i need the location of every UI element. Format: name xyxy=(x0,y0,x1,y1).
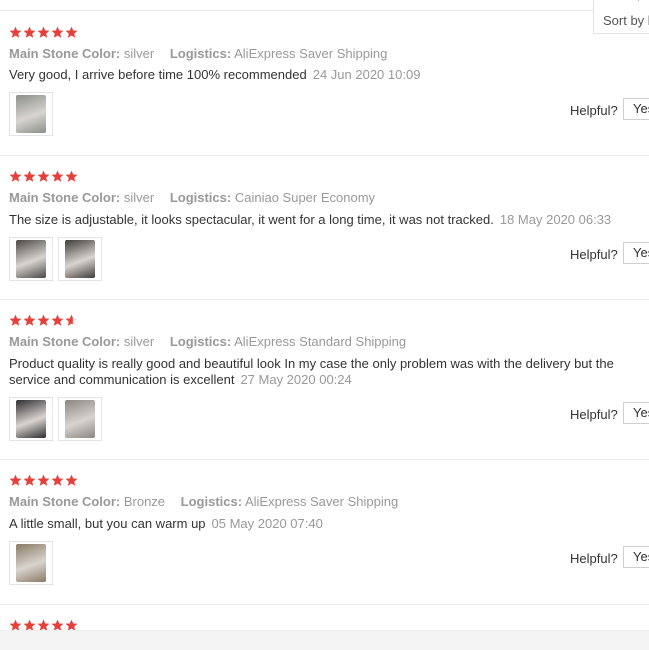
ring-photo-icon xyxy=(16,240,46,278)
star-icon xyxy=(9,170,22,183)
logistics-label: Logistics: xyxy=(169,190,232,205)
star-icon xyxy=(23,474,36,487)
review-item: Main Stone Color: silver Logistics: AliE… xyxy=(0,11,649,156)
bottom-bar xyxy=(0,630,649,650)
review-text: A little small, but you can warm up 05 Ma… xyxy=(9,516,649,532)
review-photos xyxy=(9,397,107,441)
attr-label: Main Stone Color: xyxy=(9,334,121,349)
helpful-label: Helpful? xyxy=(570,103,618,118)
star-icon xyxy=(51,474,64,487)
helpful-yes-button[interactable]: Yes xyxy=(623,546,649,568)
review-comment: Very good, I arrive before time 100% rec… xyxy=(9,67,307,82)
review-text: Very good, I arrive before time 100% rec… xyxy=(9,67,649,83)
review-item: Main Stone Color: silver Logistics: Cain… xyxy=(0,156,649,300)
review-photos xyxy=(9,237,107,281)
logistics-label: Logistics: xyxy=(169,334,232,349)
star-icon xyxy=(23,170,36,183)
review-date: 18 May 2020 06:33 xyxy=(499,212,612,227)
star-icon xyxy=(37,474,50,487)
attr-label: Main Stone Color: xyxy=(9,494,121,509)
review-item: Main Stone Color: Bronze Logistics: AliE… xyxy=(0,460,649,605)
star-icon xyxy=(23,619,36,630)
review-date: 05 May 2020 07:40 xyxy=(211,516,323,531)
attr-label: Main Stone Color: xyxy=(9,46,121,61)
star-icon xyxy=(51,26,64,39)
star-icon xyxy=(37,26,50,39)
helpful-yes-button[interactable]: Yes xyxy=(623,402,649,424)
star-icon xyxy=(9,474,22,487)
review-photos xyxy=(9,541,58,585)
attr-label: Main Stone Color: xyxy=(9,190,121,205)
review-photo-thumbnail[interactable] xyxy=(9,237,53,281)
star-icon xyxy=(65,619,78,630)
attr-value: silver xyxy=(123,334,155,349)
attr-value: Bronze xyxy=(123,494,166,509)
star-icon xyxy=(37,619,50,630)
review-attributes: Main Stone Color: silver Logistics: Cain… xyxy=(9,190,375,205)
helpful-label: Helpful? xyxy=(570,407,618,422)
star-icon xyxy=(23,314,36,327)
star-icon xyxy=(65,314,78,327)
logistics-value: AliExpress Saver Shipping xyxy=(234,46,388,61)
review-photo-thumbnail[interactable] xyxy=(9,92,53,136)
star-icon xyxy=(9,314,22,327)
review-item xyxy=(0,605,649,630)
review-attributes: Main Stone Color: silver Logistics: AliE… xyxy=(9,46,387,61)
star-icon xyxy=(37,170,50,183)
review-text: The size is adjustable, it looks spectac… xyxy=(9,212,649,228)
review-item: Main Stone Color: silver Logistics: AliE… xyxy=(0,300,649,460)
star-icon xyxy=(51,170,64,183)
logistics-label: Logistics: xyxy=(169,46,232,61)
review-date: 24 Jun 2020 10:09 xyxy=(312,67,421,82)
star-icon xyxy=(65,170,78,183)
review-photo-thumbnail[interactable] xyxy=(58,397,102,441)
ring-photo-icon xyxy=(16,400,46,438)
review-photo-thumbnail[interactable] xyxy=(58,237,102,281)
star-icon xyxy=(65,474,78,487)
ring-photo-icon xyxy=(16,95,46,133)
star-icon xyxy=(9,26,22,39)
attr-value: silver xyxy=(123,46,155,61)
ring-photo-icon xyxy=(65,400,95,438)
logistics-label: Logistics: xyxy=(180,494,243,509)
rating-stars xyxy=(9,474,79,488)
logistics-value: Cainiao Super Economy xyxy=(234,190,376,205)
logistics-value: AliExpress Standard Shipping xyxy=(234,334,407,349)
review-text: Product quality is really good and beaut… xyxy=(9,356,649,388)
review-photo-thumbnail[interactable] xyxy=(9,397,53,441)
rating-stars xyxy=(9,619,79,630)
review-comment: The size is adjustable, it looks spectac… xyxy=(9,212,494,227)
review-date: 27 May 2020 00:24 xyxy=(240,372,352,387)
review-photo-thumbnail[interactable] xyxy=(9,541,53,585)
review-comment: A little small, but you can warm up xyxy=(9,516,206,531)
star-icon xyxy=(51,619,64,630)
rating-stars xyxy=(9,314,79,328)
helpful-label: Helpful? xyxy=(570,551,618,566)
rating-stars xyxy=(9,26,79,40)
helpful-yes-button[interactable]: Yes xyxy=(623,98,649,120)
helpful-yes-button[interactable]: Yes xyxy=(623,242,649,264)
chevron-down-icon: ▾ xyxy=(636,0,641,4)
ring-photo-icon xyxy=(16,544,46,582)
review-attributes: Main Stone Color: silver Logistics: AliE… xyxy=(9,334,406,349)
review-photos xyxy=(9,92,58,136)
helpful-label: Helpful? xyxy=(570,247,618,262)
star-icon xyxy=(65,26,78,39)
review-attributes: Main Stone Color: Bronze Logistics: AliE… xyxy=(9,494,398,509)
star-icon xyxy=(9,619,22,630)
star-icon xyxy=(23,26,36,39)
star-icon xyxy=(51,314,64,327)
ring-photo-icon xyxy=(65,240,95,278)
rating-stars xyxy=(9,170,79,184)
logistics-value: AliExpress Saver Shipping xyxy=(244,494,399,509)
attr-value: silver xyxy=(123,190,155,205)
star-icon xyxy=(37,314,50,327)
